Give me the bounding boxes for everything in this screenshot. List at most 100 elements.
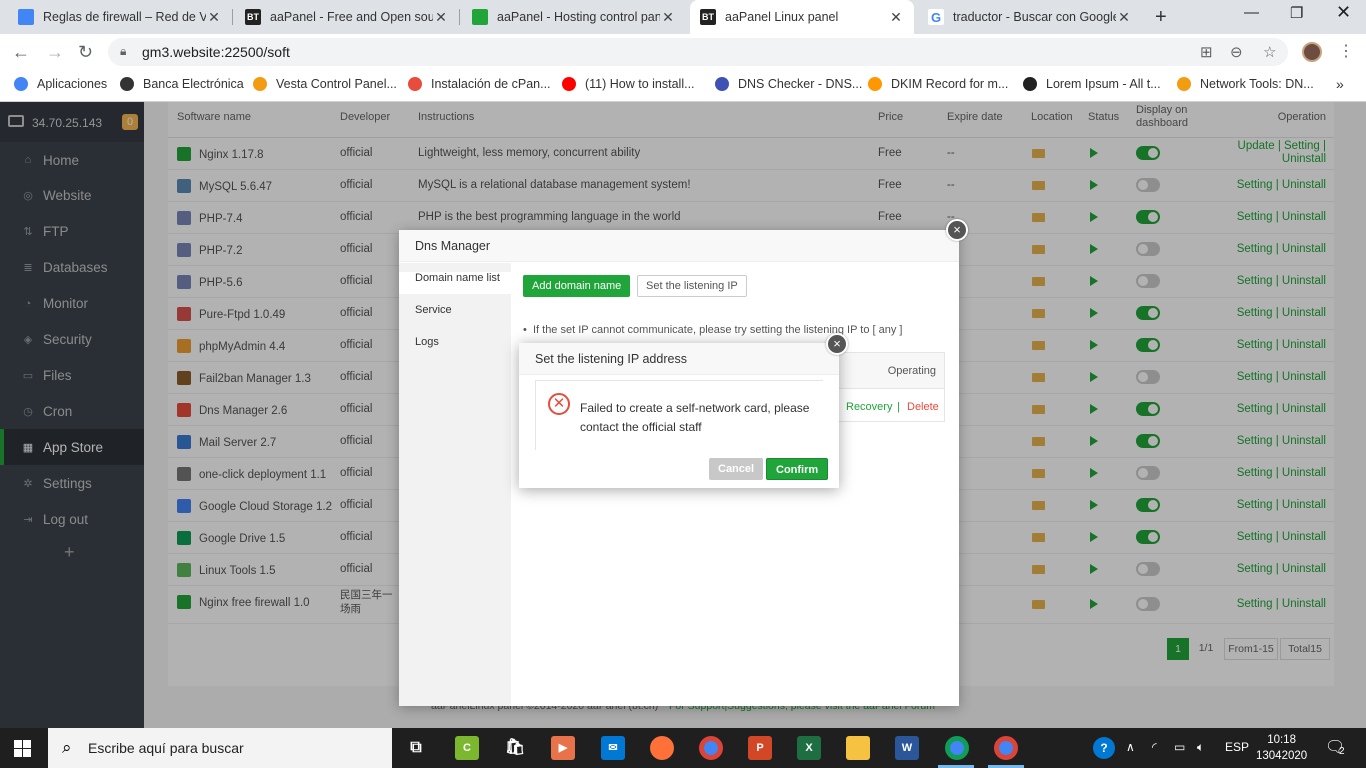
dns-tab-logs[interactable]: Logs (415, 336, 439, 348)
tab-close-icon[interactable]: ✕ (1116, 9, 1132, 26)
battery-icon[interactable]: ▭ (1174, 740, 1185, 754)
search-icon: ⌕ (62, 738, 72, 757)
star-icon[interactable]: ☆ (1263, 43, 1276, 61)
notification-count: 2 (1339, 746, 1345, 757)
word-icon[interactable]: W (895, 736, 919, 760)
bookmark-label: Banca Electrónica (143, 77, 244, 91)
tab-favicon-icon (472, 9, 488, 25)
bookmark-icon (253, 77, 267, 91)
bookmarks-more-icon[interactable]: » (1336, 76, 1344, 92)
menu-kebab-icon[interactable]: ⋮ (1338, 41, 1354, 61)
address-bar[interactable]: 🔒︎ gm3.website:22500/soft ⊞ ⊖ ☆ (108, 38, 1288, 66)
task-view-icon[interactable]: ⧉ (404, 736, 428, 760)
bookmark-icon (408, 77, 422, 91)
tab-close-icon[interactable]: ✕ (206, 9, 222, 26)
camtasia-icon[interactable]: C (455, 736, 479, 760)
translate-icon[interactable]: ⊞ (1200, 43, 1213, 61)
bookmark-item[interactable]: (11) How to install... (562, 77, 695, 91)
browser-tab[interactable]: BT aaPanel - Free and Open source✕ (235, 0, 459, 34)
tab-close-icon[interactable]: ✕ (433, 9, 449, 26)
taskbar-search[interactable]: ⌕ Escribe aquí para buscar (48, 728, 392, 768)
cancel-button[interactable]: Cancel (709, 458, 764, 480)
minimize-button[interactable]: — (1244, 4, 1259, 21)
avatar[interactable] (1302, 42, 1322, 62)
tab-title: aaPanel Linux panel (725, 10, 839, 24)
chevron-up-icon[interactable]: ∧ (1126, 740, 1135, 754)
lock-icon: 🔒︎ (120, 44, 127, 58)
browser-tab[interactable]: aaPanel - Hosting control panel ✕ (462, 0, 686, 34)
error-icon: ✕ (548, 393, 570, 415)
mail-icon[interactable]: ✉ (601, 736, 625, 760)
firefox-icon[interactable] (650, 736, 674, 760)
system-clock[interactable]: 10:18 13042020 (1256, 732, 1307, 764)
bookmark-item[interactable]: Lorem Ipsum - All t... (1023, 77, 1161, 91)
file-explorer-icon[interactable] (846, 736, 870, 760)
tab-favicon-icon (18, 9, 34, 25)
network-icon[interactable]: ◜ (1152, 740, 1157, 754)
tab-favicon-icon: BT (700, 9, 716, 25)
bookmark-item[interactable]: Instalación de cPan... (408, 77, 551, 91)
bookmark-item[interactable]: Network Tools: DN... (1177, 77, 1314, 91)
language-indicator[interactable]: ESP (1225, 740, 1249, 754)
tab-title: aaPanel - Hosting control panel (497, 10, 660, 24)
set-listening-ip-button[interactable]: Set the listening IP (637, 275, 747, 297)
tab-close-icon[interactable]: ✕ (888, 9, 904, 26)
maximize-button[interactable]: ❐ (1290, 4, 1303, 22)
tab-close-icon[interactable]: ✕ (660, 9, 676, 26)
bookmark-item[interactable]: DNS Checker - DNS... (715, 77, 862, 91)
bookmark-icon (14, 77, 28, 91)
alert-body: ✕ Failed to create a self-network card, … (535, 380, 823, 450)
bookmark-icon (1177, 77, 1191, 91)
taskbar-search-placeholder[interactable]: Escribe aquí para buscar (88, 740, 244, 756)
chrome-active-icon[interactable] (994, 736, 1018, 760)
clock-date: 13042020 (1256, 750, 1308, 762)
browser-tab[interactable]: BT aaPanel Linux panel ✕ (690, 0, 914, 34)
recovery-link[interactable]: Recovery (846, 401, 892, 413)
new-tab-button[interactable]: + (1155, 6, 1167, 29)
add-domain-button[interactable]: Add domain name (523, 275, 631, 297)
bookmark-icon (120, 77, 134, 91)
forward-icon[interactable]: → (46, 42, 64, 63)
browser-tab[interactable]: Gtraductor - Buscar con Google ✕ (918, 0, 1142, 34)
bookmark-item[interactable]: DKIM Record for m... (868, 77, 1008, 91)
bookmark-label: DKIM Record for m... (891, 77, 1009, 91)
alert-title: Set the listening IP address (519, 343, 839, 375)
delete-link[interactable]: Delete (907, 401, 939, 413)
chrome-profile-icon[interactable] (945, 736, 969, 760)
store-icon[interactable]: 🛍︎ (503, 736, 527, 760)
powerpoint-icon[interactable]: P (748, 736, 772, 760)
tab-favicon-icon: G (928, 9, 944, 25)
windows-start-icon[interactable] (14, 740, 31, 757)
dns-dialog-close-icon[interactable]: × (946, 219, 968, 241)
bookmark-icon (715, 77, 729, 91)
bookmark-item[interactable]: Banca Electrónica (120, 77, 244, 91)
window-close-button[interactable]: ✕ (1336, 2, 1351, 23)
dns-dialog-title: Dns Manager (399, 230, 959, 262)
media-player-icon[interactable]: ▶ (551, 736, 575, 760)
bookmark-icon (868, 77, 882, 91)
col-operating: Operating (887, 365, 936, 377)
browser-tab[interactable]: Reglas de firewall – Red de VPC✕ (8, 0, 232, 34)
bookmark-label: (11) How to install... (585, 77, 695, 91)
help-icon[interactable]: ? (1093, 737, 1115, 759)
dns-tab-domain-list[interactable]: Domain name list (399, 272, 511, 294)
reload-icon[interactable]: ↻ (78, 42, 93, 63)
back-icon[interactable]: ← (12, 42, 30, 63)
url-text[interactable]: gm3.website:22500/soft (142, 44, 290, 60)
bookmark-icon (562, 77, 576, 91)
bookmark-item[interactable]: Vesta Control Panel... (253, 77, 397, 91)
bookmark-label: Network Tools: DN... (1200, 77, 1314, 91)
dns-tab-service[interactable]: Service (415, 304, 452, 316)
tab-title: aaPanel - Free and Open source (270, 10, 433, 24)
alert-close-icon[interactable]: × (826, 333, 848, 355)
bookmark-label: Instalación de cPan... (431, 77, 551, 91)
bookmark-item[interactable]: Aplicaciones (14, 77, 107, 91)
chrome-icon[interactable] (699, 736, 723, 760)
tab-separator (232, 9, 233, 25)
excel-icon[interactable]: X (797, 736, 821, 760)
bookmark-label: DNS Checker - DNS... (738, 77, 863, 91)
confirm-button[interactable]: Confirm (766, 458, 829, 480)
tab-title: traductor - Buscar con Google (953, 10, 1116, 24)
volume-icon[interactable]: 🔈︎ (1197, 740, 1204, 755)
zoom-icon[interactable]: ⊖ (1230, 43, 1243, 61)
